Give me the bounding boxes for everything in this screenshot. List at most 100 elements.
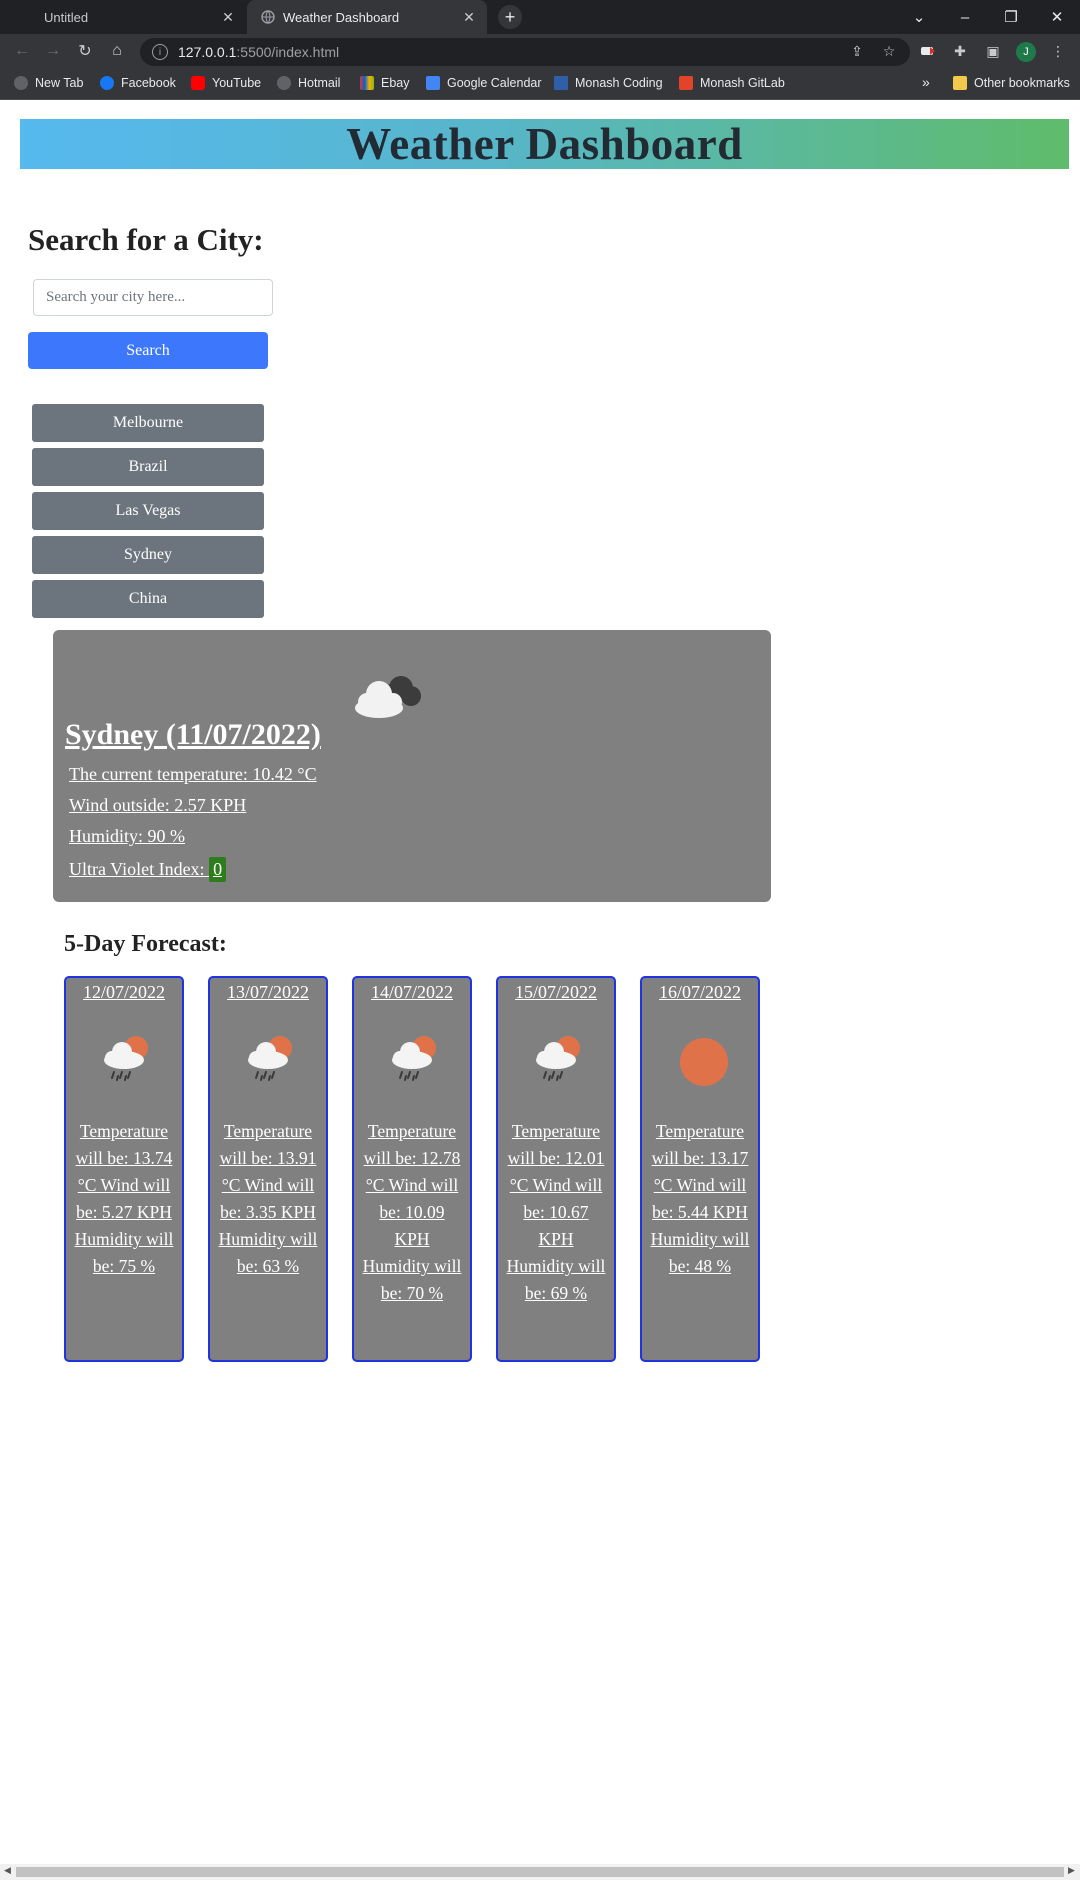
tab-title: Untitled: [44, 9, 89, 25]
extension-icon[interactable]: [918, 41, 938, 61]
bookmark-new-tab[interactable]: New Tab: [14, 76, 83, 90]
search-button[interactable]: Search: [28, 332, 268, 369]
history-button-sydney[interactable]: Sydney: [32, 536, 264, 574]
new-tab-button[interactable]: +: [498, 5, 522, 29]
ebay-icon: [360, 76, 374, 90]
bookmark-label: Ebay: [381, 76, 410, 90]
bookmark-label: YouTube: [212, 76, 262, 90]
side-panel-icon[interactable]: ▣: [983, 41, 1003, 61]
forecast-date: 16/07/2022: [658, 982, 741, 1002]
forecast-details: Temperature will be: 12.01 °C Wind will …: [506, 1121, 606, 1303]
current-city-title: Sydney (11/07/2022): [65, 718, 321, 751]
forecast-details: Temperature will be: 13.91 °C Wind will …: [218, 1121, 318, 1276]
bookmark-facebook[interactable]: Facebook: [100, 76, 176, 90]
current-weather-card: Sydney (11/07/2022) The current temperat…: [53, 630, 771, 902]
current-uv-row: Ultra Violet Index: 0: [69, 857, 227, 882]
facebook-icon: [100, 76, 114, 90]
bookmark-label: Monash Coding: [575, 76, 663, 90]
uv-index-badge: 0: [209, 857, 227, 882]
forecast-card: 13/07/2022 Temperature will be: 13.91 °C…: [208, 976, 328, 1362]
url-host: 127.0.0.1: [178, 44, 237, 60]
search-input[interactable]: [33, 279, 273, 316]
tab-title: Weather Dashboard: [283, 9, 400, 25]
page-header: Weather Dashboard: [20, 119, 1069, 169]
address-bar[interactable]: i 127.0.0.1:5500/index.html: [140, 38, 910, 66]
rain-sun-icon: [536, 1036, 580, 1081]
tab-weather-dashboard[interactable]: Weather Dashboard ✕: [247, 0, 487, 34]
search-heading: Search for a City:: [28, 222, 264, 257]
bookmarks-overflow-icon[interactable]: »: [922, 74, 930, 90]
forecast-details: Temperature will be: 13.74 °C Wind will …: [74, 1121, 174, 1276]
history-button-brazil[interactable]: Brazil: [32, 448, 264, 486]
forecast-row: 12/07/2022 Temperature will be: 13.74 °C…: [64, 976, 784, 1362]
folder-icon: [953, 76, 967, 90]
current-temperature: The current temperature: 10.42 °C: [69, 764, 317, 784]
close-icon[interactable]: ✕: [216, 9, 240, 26]
forecast-details: Temperature will be: 12.78 °C Wind will …: [362, 1121, 462, 1303]
extensions-puzzle-icon[interactable]: ✚: [950, 41, 970, 61]
bookmark-label: New Tab: [35, 76, 84, 90]
monash-icon: [554, 76, 568, 90]
forecast-card: 16/07/2022 Temperature will be: 13.17 °C…: [640, 976, 760, 1362]
bookmarks-bar: New Tab Facebook YouTube Hotmail Ebay Go…: [0, 68, 1080, 100]
bookmark-monash-coding[interactable]: Monash Coding: [554, 76, 663, 90]
other-bookmarks[interactable]: Other bookmarks: [953, 76, 1070, 90]
rain-sun-icon: [248, 1036, 292, 1081]
sun-icon: [680, 1038, 728, 1086]
bookmark-label: Other bookmarks: [974, 76, 1070, 90]
forecast-card: 15/07/2022 Temperature will be: 12.01 °C…: [496, 976, 616, 1362]
cloudy-icon: [355, 676, 421, 718]
forecast-date: 12/07/2022: [82, 982, 165, 1002]
bookmark-monash-gitlab[interactable]: Monash GitLab: [679, 76, 785, 90]
minimize-button[interactable]: –: [942, 0, 988, 34]
bookmark-google-calendar[interactable]: Google Calendar: [426, 76, 542, 90]
bookmark-star-icon[interactable]: ☆: [879, 41, 899, 61]
tab-untitled[interactable]: Untitled ✕: [8, 0, 246, 34]
globe-icon: [277, 76, 291, 90]
bookmark-ebay[interactable]: Ebay: [360, 76, 410, 90]
bookmark-hotmail[interactable]: Hotmail: [277, 76, 340, 90]
url-path: :5500/index.html: [236, 44, 340, 60]
gitlab-icon: [679, 76, 693, 90]
window-close-button[interactable]: ✕: [1034, 0, 1080, 34]
scroll-left-icon[interactable]: ◀: [4, 1866, 11, 1876]
history-button-china[interactable]: China: [32, 580, 264, 618]
avatar[interactable]: J: [1016, 42, 1036, 62]
tab-search-icon[interactable]: ⌄: [896, 0, 942, 34]
search-history-list: Melbourne Brazil Las Vegas Sydney China: [32, 404, 264, 624]
current-wind: Wind outside: 2.57 KPH: [69, 795, 247, 815]
rain-sun-icon: [392, 1036, 436, 1081]
forecast-heading: 5-Day Forecast:: [64, 931, 227, 957]
reload-icon[interactable]: ↻: [73, 39, 97, 63]
bookmark-label: Hotmail: [298, 76, 341, 90]
bookmark-label: Facebook: [121, 76, 176, 90]
scroll-right-icon[interactable]: ▶: [1068, 1866, 1075, 1876]
calendar-icon: [426, 76, 440, 90]
share-icon[interactable]: ⇪: [847, 41, 867, 61]
close-icon[interactable]: ✕: [457, 9, 481, 26]
forecast-date: 13/07/2022: [226, 982, 309, 1002]
horizontal-scrollbar[interactable]: ◀ ▶: [0, 1864, 1080, 1880]
forecast-date: 14/07/2022: [370, 982, 453, 1002]
uv-label: Ultra Violet Index:: [69, 859, 210, 879]
rain-sun-icon: [104, 1036, 148, 1081]
site-info-icon[interactable]: i: [152, 44, 168, 60]
current-humidity: Humidity: 90 %: [69, 826, 185, 846]
history-button-las-vegas[interactable]: Las Vegas: [32, 492, 264, 530]
bookmark-label: Google Calendar: [447, 76, 542, 90]
forward-arrow-icon[interactable]: →: [41, 39, 65, 63]
globe-icon: [261, 10, 275, 24]
browser-toolbar: ← → ↻ ⌂ i 127.0.0.1:5500/index.html ⇪ ☆ …: [0, 34, 1080, 68]
youtube-icon: [191, 76, 205, 90]
home-icon[interactable]: ⌂: [105, 39, 129, 63]
scrollbar-thumb[interactable]: [16, 1867, 1064, 1877]
menu-kebab-icon[interactable]: ⋮: [1048, 41, 1068, 61]
forecast-card: 14/07/2022 Temperature will be: 12.78 °C…: [352, 976, 472, 1362]
back-arrow-icon[interactable]: ←: [10, 39, 34, 63]
forecast-details: Temperature will be: 13.17 °C Wind will …: [650, 1121, 750, 1276]
restore-button[interactable]: ❐: [988, 0, 1034, 34]
bookmark-youtube[interactable]: YouTube: [191, 76, 261, 90]
history-button-melbourne[interactable]: Melbourne: [32, 404, 264, 442]
page-title: Weather Dashboard: [346, 119, 743, 169]
forecast-card: 12/07/2022 Temperature will be: 13.74 °C…: [64, 976, 184, 1362]
